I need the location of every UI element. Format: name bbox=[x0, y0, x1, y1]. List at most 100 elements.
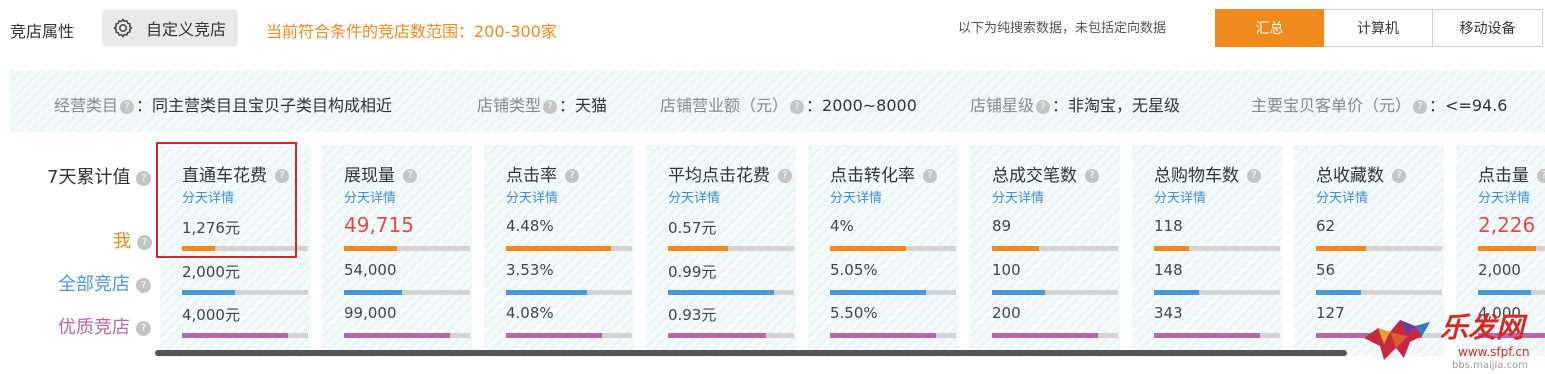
metric-value-all: 54,000 bbox=[344, 261, 397, 279]
metric-value-quality: 343 bbox=[1154, 304, 1183, 322]
watermark-brand: 乐发网 bbox=[1440, 311, 1525, 344]
bar-all bbox=[830, 290, 956, 295]
filter-strip: 经营类目? ：同主营类目且宝贝子类目构成相近 店铺类型? ：天猫 店铺营业额（元）?… bbox=[10, 70, 1545, 132]
metric-value-me: 0.57元 bbox=[668, 219, 717, 237]
metric-value-quality: 4.08% bbox=[506, 304, 554, 322]
help-icon[interactable]: ? bbox=[778, 169, 792, 183]
custom-competitor-button[interactable]: 自定义竞店 bbox=[102, 10, 238, 46]
help-icon[interactable]: ? bbox=[1537, 169, 1545, 183]
bar-me bbox=[1154, 246, 1280, 251]
bar-all bbox=[668, 290, 794, 295]
daily-detail-link[interactable]: 分天详情 bbox=[506, 187, 558, 206]
help-icon[interactable]: ? bbox=[136, 170, 152, 186]
watermark: 乐发网 www.sfpf.cn bbs.maijia.com bbox=[1360, 304, 1545, 374]
bar-fill-me bbox=[506, 246, 611, 251]
gear-icon bbox=[113, 18, 133, 38]
bar-me bbox=[830, 246, 956, 251]
metric-title: 展现量? bbox=[344, 161, 419, 186]
bar-me bbox=[1478, 246, 1545, 251]
metric-value-quality: 4,000元 bbox=[182, 306, 240, 324]
tab-summary[interactable]: 汇总 bbox=[1215, 9, 1324, 47]
metric-card: 点击率? 分天详情 4.48% 3.53% 4.08% bbox=[484, 145, 634, 357]
metric-title: 点击量? bbox=[1478, 161, 1545, 186]
period-label: 7天累计值? bbox=[47, 163, 153, 189]
row-label-quality-competitors: 优质竞店? bbox=[58, 313, 153, 339]
search-data-note: 以下为纯搜索数据，未包括定向数据 bbox=[958, 21, 1167, 36]
help-icon[interactable]: ? bbox=[923, 169, 937, 183]
metric-title: 总购物车数? bbox=[1154, 161, 1263, 186]
help-icon[interactable]: ? bbox=[136, 277, 151, 293]
metric-card: 展现量? 分天详情 49,715 54,000 99,000 bbox=[322, 145, 472, 357]
daily-detail-link[interactable]: 分天详情 bbox=[992, 187, 1044, 206]
help-icon[interactable]: ? bbox=[1392, 169, 1406, 183]
help-icon[interactable]: ? bbox=[565, 169, 579, 183]
toolbar: 竞店属性 自定义竞店 当前符合条件的竞店数范围：200-300家 以下为纯搜索数… bbox=[0, 0, 1545, 58]
bar-me bbox=[668, 246, 794, 251]
bar-fill-me bbox=[668, 246, 728, 251]
bar-fill-me bbox=[1316, 246, 1366, 251]
metric-title: 点击转化率? bbox=[830, 161, 939, 186]
bar-quality bbox=[182, 333, 308, 338]
bar-fill-quality bbox=[830, 333, 936, 338]
metric-value-me: 118 bbox=[1154, 217, 1183, 235]
bar-fill-quality bbox=[506, 333, 602, 338]
filter-shop-type: 店铺类型? ：天猫 bbox=[477, 96, 608, 115]
tab-mobile[interactable]: 移动设备 bbox=[1433, 9, 1543, 47]
help-icon[interactable]: ? bbox=[1413, 99, 1428, 114]
metric-value-quality: 200 bbox=[992, 304, 1021, 322]
help-icon[interactable]: ? bbox=[120, 99, 135, 114]
competitor-analysis-panel: 竞店属性 自定义竞店 当前符合条件的竞店数范围：200-300家 以下为纯搜索数… bbox=[0, 0, 1545, 374]
daily-detail-link[interactable]: 分天详情 bbox=[1478, 187, 1530, 206]
metric-title: 平均点击花费? bbox=[668, 161, 794, 186]
bar-all bbox=[506, 290, 632, 295]
metric-card: 总成交笔数? 分天详情 89 100 200 bbox=[970, 145, 1120, 357]
metric-title: 总收藏数? bbox=[1316, 161, 1408, 186]
bar-fill-quality bbox=[182, 333, 288, 338]
metric-value-all: 100 bbox=[992, 261, 1021, 279]
row-label-all-competitors: 全部竞店? bbox=[58, 270, 153, 296]
bar-fill-quality bbox=[344, 333, 450, 338]
competitor-range-text: 当前符合条件的竞店数范围：200-300家 bbox=[266, 22, 557, 41]
metric-value-all: 2,000 bbox=[1478, 261, 1521, 279]
help-icon[interactable]: ? bbox=[136, 320, 151, 336]
horizontal-scrollbar[interactable] bbox=[155, 350, 1347, 356]
watermark-url-secondary: bbs.maijia.com bbox=[1452, 360, 1528, 371]
metric-value-quality: 0.93元 bbox=[668, 306, 717, 324]
bar-fill-all bbox=[344, 290, 402, 295]
bull-logo-icon bbox=[1364, 320, 1430, 360]
highlight-box bbox=[156, 142, 297, 258]
metric-value-all: 56 bbox=[1316, 261, 1336, 279]
daily-detail-link[interactable]: 分天详情 bbox=[1316, 187, 1368, 206]
filter-unit-price: 主要宝贝客单价（元）? ：<=94.6 bbox=[1251, 96, 1508, 115]
metric-value-all: 5.05% bbox=[830, 261, 878, 279]
metric-value-all: 0.99元 bbox=[668, 263, 717, 281]
help-icon[interactable]: ? bbox=[1085, 169, 1099, 183]
daily-detail-link[interactable]: 分天详情 bbox=[344, 187, 396, 206]
metric-title: 总成交笔数? bbox=[992, 161, 1101, 186]
bar-all bbox=[344, 290, 470, 295]
bar-fill-me bbox=[1478, 246, 1536, 251]
bar-fill-all bbox=[506, 290, 587, 295]
help-icon[interactable]: ? bbox=[1247, 169, 1261, 183]
metric-title: 点击率? bbox=[506, 161, 581, 186]
help-icon[interactable]: ? bbox=[1036, 99, 1051, 114]
bar-me bbox=[992, 246, 1118, 251]
filter-revenue: 店铺营业额（元）? ：2000~8000 bbox=[660, 96, 917, 115]
help-icon[interactable]: ? bbox=[403, 169, 417, 183]
bar-fill-all bbox=[1316, 290, 1361, 295]
daily-detail-link[interactable]: 分天详情 bbox=[830, 187, 882, 206]
bar-me bbox=[344, 246, 470, 251]
metric-value-me: 89 bbox=[992, 217, 1012, 235]
metric-value-me: 4% bbox=[830, 217, 854, 235]
bar-fill-quality bbox=[992, 333, 1098, 338]
metric-value-all: 2,000元 bbox=[182, 263, 240, 281]
help-icon[interactable]: ? bbox=[543, 99, 558, 114]
help-icon[interactable]: ? bbox=[790, 99, 805, 114]
daily-detail-link[interactable]: 分天详情 bbox=[1154, 187, 1206, 206]
metric-value-all: 3.53% bbox=[506, 261, 554, 279]
custom-competitor-label: 自定义竞店 bbox=[146, 20, 227, 39]
bar-quality bbox=[830, 333, 956, 338]
help-icon[interactable]: ? bbox=[137, 234, 152, 250]
tab-computer[interactable]: 计算机 bbox=[1324, 9, 1433, 47]
daily-detail-link[interactable]: 分天详情 bbox=[668, 187, 720, 206]
